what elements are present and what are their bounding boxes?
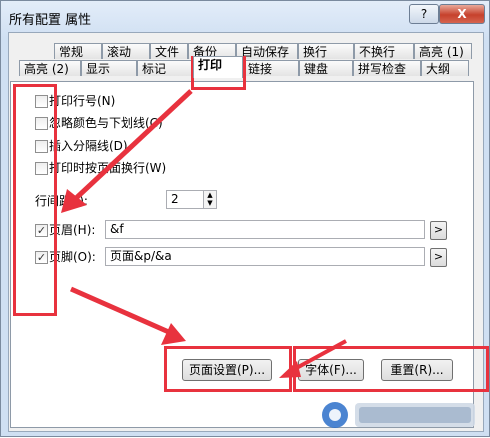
tab-nowrap[interactable]: 不换行 [354, 43, 414, 59]
tab-spellcheck[interactable]: 拼写检查 [353, 60, 421, 76]
close-button[interactable]: X [439, 4, 485, 24]
tab-print[interactable]: 打印 [193, 56, 243, 78]
annotation-box-page-setup [164, 346, 292, 392]
tab-highlight-1[interactable]: 高亮 (1) [414, 43, 472, 59]
tab-highlight-2[interactable]: 高亮 (2) [19, 60, 81, 76]
line-spacing-input[interactable]: 2 [166, 190, 204, 209]
watermark-logo [313, 389, 489, 433]
properties-dialog: 所有配置 属性 ? X 常规 滚动 文件 备份 自动保存 换行 不换行 高亮 (… [0, 0, 490, 437]
header-field[interactable]: &f [105, 220, 425, 239]
annotation-box-options [13, 84, 57, 316]
tab-scroll[interactable]: 滚动 [102, 43, 150, 59]
line-spacing-spinner[interactable]: ▲ ▼ [203, 190, 217, 209]
title-bar[interactable]: 所有配置 属性 ? X [1, 1, 489, 33]
tab-marks[interactable]: 标记 [137, 60, 193, 76]
spin-up-icon[interactable]: ▲ [204, 191, 216, 199]
tab-file[interactable]: 文件 [150, 43, 188, 59]
help-button[interactable]: ? [409, 4, 439, 24]
header-insert-button[interactable]: > [430, 221, 447, 240]
annotation-box-font-reset [293, 346, 489, 392]
tab-outline[interactable]: 大纲 [421, 60, 469, 76]
tab-wrap[interactable]: 换行 [298, 43, 354, 59]
tab-display[interactable]: 显示 [81, 60, 137, 76]
tab-links[interactable]: 链接 [243, 60, 299, 76]
footer-field[interactable]: 页面&p/&a [105, 247, 425, 266]
tab-keyboard[interactable]: 键盘 [299, 60, 353, 76]
spin-down-icon[interactable]: ▼ [204, 199, 216, 207]
window-title: 所有配置 属性 [9, 13, 92, 28]
tab-general[interactable]: 常规 [54, 43, 102, 59]
footer-insert-button[interactable]: > [430, 248, 447, 267]
